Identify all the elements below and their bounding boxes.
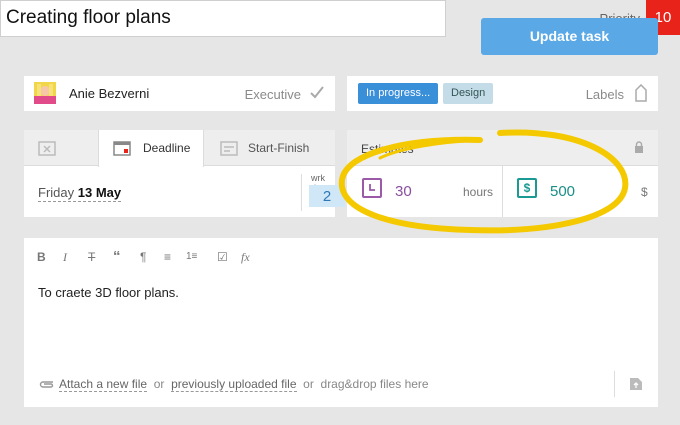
quote-icon[interactable]: “ bbox=[113, 248, 121, 265]
numbered-list-icon[interactable]: 1≡ bbox=[186, 251, 197, 262]
previously-uploaded-link[interactable]: previously uploaded file bbox=[171, 377, 297, 392]
checklist-icon[interactable]: ☑ bbox=[217, 250, 228, 264]
assignee-name: Anie Bezverni bbox=[69, 86, 150, 101]
attach-new-file-link[interactable]: Attach a new file bbox=[59, 377, 148, 392]
calendar-icon bbox=[113, 141, 131, 156]
tag-design[interactable]: Design bbox=[443, 83, 494, 104]
upload-file-icon[interactable] bbox=[629, 377, 643, 391]
tag-in-progress[interactable]: In progress... bbox=[358, 83, 439, 104]
description-editor[interactable]: B I T “ ¶ ≡ 1≡ ☑ fx To craete 3D floor p… bbox=[24, 238, 658, 407]
labels-label[interactable]: Labels bbox=[586, 87, 624, 102]
divider bbox=[614, 371, 615, 397]
hours-estimate-value[interactable]: 30 bbox=[395, 183, 412, 200]
deadline-card: Deadline Start-Finish Friday 13 May wrk … bbox=[24, 130, 345, 217]
deadline-date[interactable]: Friday 13 May bbox=[38, 185, 122, 202]
no-date-icon bbox=[38, 141, 56, 156]
avatar bbox=[34, 82, 56, 104]
divider bbox=[301, 174, 302, 211]
deadline-day: 13 May bbox=[77, 185, 122, 200]
format-painter-icon[interactable]: ¶ bbox=[140, 250, 146, 264]
or-text: or bbox=[153, 377, 165, 391]
deadline-tabs: Deadline Start-Finish bbox=[24, 130, 335, 167]
clear-format-icon[interactable]: fx bbox=[241, 250, 250, 265]
lock-icon[interactable] bbox=[634, 141, 644, 153]
dollar-icon: $ bbox=[517, 178, 537, 198]
update-task-button[interactable]: Update task bbox=[481, 18, 658, 55]
tab-start-finish-label: Start-Finish bbox=[248, 141, 310, 155]
paperclip-icon bbox=[39, 381, 54, 388]
estimates-title: Estimates bbox=[361, 142, 414, 156]
labels-card: In progress... Design Labels bbox=[347, 76, 658, 111]
strikethrough-icon[interactable]: T bbox=[88, 250, 95, 264]
cost-estimate-value[interactable]: 500 bbox=[550, 183, 575, 200]
tab-deadline[interactable]: Deadline bbox=[98, 130, 204, 167]
deadline-weekday: Friday bbox=[38, 185, 75, 200]
tab-start-finish[interactable]: Start-Finish bbox=[214, 130, 324, 166]
tag-icon[interactable] bbox=[634, 84, 648, 102]
task-title-text[interactable]: Creating floor plans bbox=[6, 7, 171, 29]
attachments-row: Attach a new file or previously uploaded… bbox=[39, 377, 429, 392]
range-icon bbox=[220, 141, 238, 156]
bullet-list-icon[interactable]: ≡ bbox=[164, 250, 171, 264]
assignee-role: Executive bbox=[244, 87, 301, 102]
hours-unit: hours bbox=[463, 185, 494, 199]
work-day-value[interactable]: 2 bbox=[309, 185, 345, 207]
estimates-header: Estimates bbox=[347, 130, 658, 166]
estimates-card: Estimates 30 hours $ 500 $ bbox=[347, 130, 658, 217]
tab-deadline-label: Deadline bbox=[143, 141, 191, 155]
assignee-card[interactable]: Anie Bezverni Executive bbox=[24, 76, 335, 111]
cost-unit: $ bbox=[641, 185, 648, 199]
tab-no-date[interactable] bbox=[24, 130, 74, 166]
check-icon[interactable] bbox=[309, 84, 325, 100]
clock-icon bbox=[362, 178, 382, 198]
drag-drop-text: drag&drop files here bbox=[320, 377, 429, 391]
or-text: or bbox=[303, 377, 314, 391]
italic-icon[interactable]: I bbox=[63, 250, 67, 265]
task-title-field[interactable]: Creating floor plans Priority 10 bbox=[0, 0, 680, 37]
description-text[interactable]: To craete 3D floor plans. bbox=[38, 285, 179, 300]
divider bbox=[502, 166, 503, 217]
bold-icon[interactable]: B bbox=[37, 250, 46, 264]
